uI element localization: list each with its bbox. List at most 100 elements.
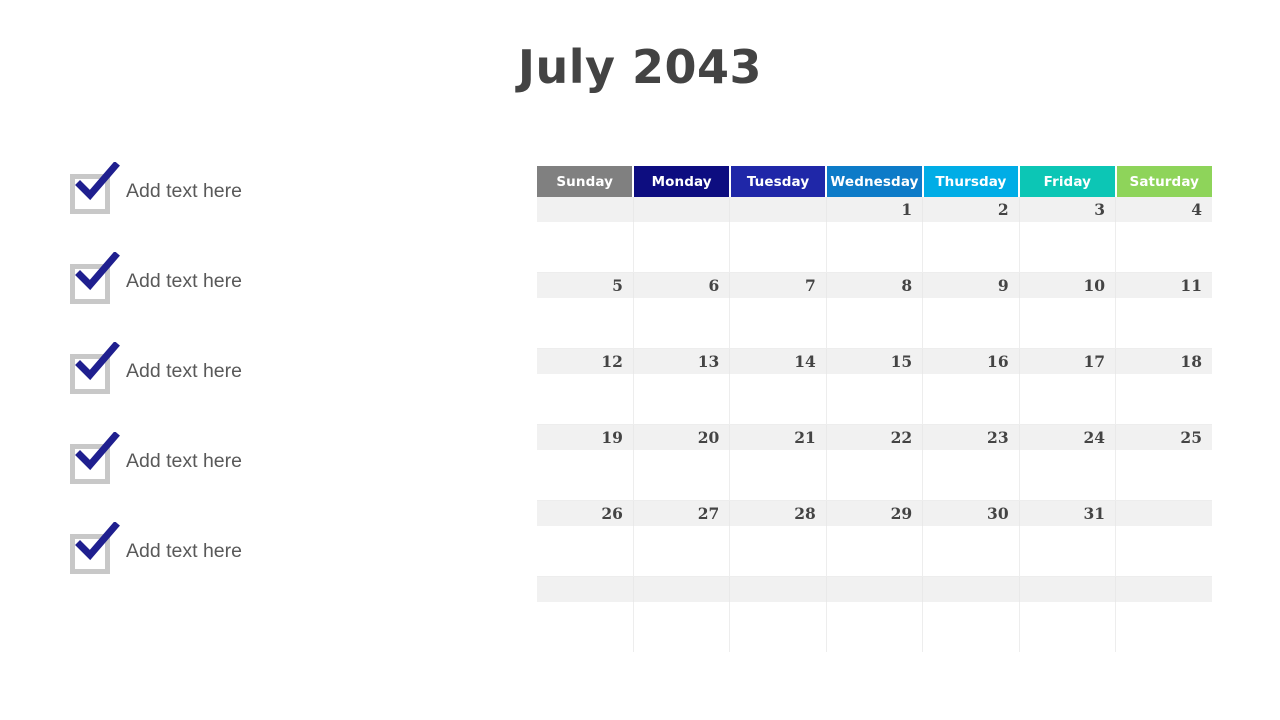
day-content-cell[interactable] <box>825 602 923 652</box>
day-cell-27[interactable]: 27 <box>632 500 730 526</box>
day-content-cell[interactable] <box>825 222 923 273</box>
day-content-cell[interactable] <box>825 526 923 577</box>
day-content-cell[interactable] <box>729 450 827 501</box>
day-content-cell[interactable] <box>922 298 1020 349</box>
checkbox[interactable] <box>70 174 110 214</box>
day-content-cell[interactable] <box>537 450 634 501</box>
day-cell-20[interactable]: 20 <box>632 424 730 450</box>
day-content-cell[interactable] <box>632 374 730 425</box>
week-date-row: 5 6 7 8 9 10 11 <box>537 272 1212 298</box>
day-cell-30[interactable]: 30 <box>922 500 1020 526</box>
list-item[interactable]: Add text here <box>70 162 490 258</box>
day-cell-29[interactable]: 29 <box>825 500 923 526</box>
day-content-cell[interactable] <box>632 526 730 577</box>
day-content-cell[interactable] <box>825 374 923 425</box>
day-content-cell[interactable] <box>632 602 730 652</box>
day-cell-25[interactable]: 25 <box>1115 424 1212 450</box>
day-content-cell[interactable] <box>632 450 730 501</box>
day-cell-19[interactable]: 19 <box>537 424 634 450</box>
day-cell-24[interactable]: 24 <box>1018 424 1116 450</box>
day-cell-4[interactable]: 4 <box>1115 197 1212 222</box>
day-cell-empty[interactable] <box>729 576 827 602</box>
day-content-cell[interactable] <box>922 450 1020 501</box>
day-content-cell[interactable] <box>1018 222 1116 273</box>
day-cell-empty[interactable] <box>729 197 827 222</box>
list-item-label: Add text here <box>126 360 242 382</box>
day-cell-21[interactable]: 21 <box>729 424 827 450</box>
day-content-cell[interactable] <box>1115 298 1212 349</box>
week-date-row: 26 27 28 29 30 31 <box>537 500 1212 526</box>
day-cell-7[interactable]: 7 <box>729 272 827 298</box>
list-item[interactable]: Add text here <box>70 342 490 438</box>
day-cell-28[interactable]: 28 <box>729 500 827 526</box>
list-item[interactable]: Add text here <box>70 432 490 528</box>
day-content-cell[interactable] <box>729 602 827 652</box>
day-content-cell[interactable] <box>632 222 730 273</box>
checkbox[interactable] <box>70 534 110 574</box>
day-cell-26[interactable]: 26 <box>537 500 634 526</box>
day-cell-empty[interactable] <box>825 576 923 602</box>
day-cell-empty[interactable] <box>632 576 730 602</box>
day-content-cell[interactable] <box>537 374 634 425</box>
day-content-cell[interactable] <box>825 298 923 349</box>
day-cell-empty[interactable] <box>1018 576 1116 602</box>
day-content-cell[interactable] <box>825 450 923 501</box>
day-cell-2[interactable]: 2 <box>922 197 1020 222</box>
day-content-cell[interactable] <box>537 602 634 652</box>
checkbox[interactable] <box>70 264 110 304</box>
day-content-cell[interactable] <box>1115 374 1212 425</box>
day-cell-1[interactable]: 1 <box>825 197 923 222</box>
day-content-cell[interactable] <box>1115 526 1212 577</box>
checkbox[interactable] <box>70 444 110 484</box>
day-cell-5[interactable]: 5 <box>537 272 634 298</box>
day-content-cell[interactable] <box>922 602 1020 652</box>
day-cell-empty[interactable] <box>1115 500 1212 526</box>
day-content-cell[interactable] <box>537 222 634 273</box>
list-item[interactable]: Add text here <box>70 252 490 348</box>
day-content-cell[interactable] <box>1018 298 1116 349</box>
day-cell-15[interactable]: 15 <box>825 348 923 374</box>
day-cell-10[interactable]: 10 <box>1018 272 1116 298</box>
day-cell-14[interactable]: 14 <box>729 348 827 374</box>
day-content-cell[interactable] <box>1115 222 1212 273</box>
day-cell-31[interactable]: 31 <box>1018 500 1116 526</box>
day-cell-6[interactable]: 6 <box>632 272 730 298</box>
day-content-cell[interactable] <box>729 222 827 273</box>
day-cell-13[interactable]: 13 <box>632 348 730 374</box>
day-content-cell[interactable] <box>729 374 827 425</box>
day-cell-empty[interactable] <box>537 197 634 222</box>
day-content-cell[interactable] <box>1115 602 1212 652</box>
day-content-cell[interactable] <box>729 298 827 349</box>
day-cell-3[interactable]: 3 <box>1018 197 1116 222</box>
day-cell-16[interactable]: 16 <box>922 348 1020 374</box>
day-content-cell[interactable] <box>1018 374 1116 425</box>
day-cell-18[interactable]: 18 <box>1115 348 1212 374</box>
day-content-cell[interactable] <box>1018 602 1116 652</box>
day-cell-empty[interactable] <box>1115 576 1212 602</box>
day-content-cell[interactable] <box>922 374 1020 425</box>
day-cell-11[interactable]: 11 <box>1115 272 1212 298</box>
day-content-cell[interactable] <box>1018 526 1116 577</box>
day-content-cell[interactable] <box>632 298 730 349</box>
day-content-cell[interactable] <box>922 222 1020 273</box>
day-cell-22[interactable]: 22 <box>825 424 923 450</box>
day-content-cell[interactable] <box>537 298 634 349</box>
day-content-cell[interactable] <box>1018 450 1116 501</box>
day-cell-empty[interactable] <box>537 576 634 602</box>
day-cell-empty[interactable] <box>922 576 1020 602</box>
day-content-cell[interactable] <box>537 526 634 577</box>
day-cell-12[interactable]: 12 <box>537 348 634 374</box>
list-item[interactable]: Add text here <box>70 522 490 618</box>
day-content-cell[interactable] <box>729 526 827 577</box>
week-content-row <box>537 450 1212 501</box>
day-cell-23[interactable]: 23 <box>922 424 1020 450</box>
day-cell-8[interactable]: 8 <box>825 272 923 298</box>
day-content-cell[interactable] <box>922 526 1020 577</box>
checkbox[interactable] <box>70 354 110 394</box>
day-content-cell[interactable] <box>1115 450 1212 501</box>
day-cell-empty[interactable] <box>632 197 730 222</box>
calendar-table: Sunday Monday Tuesday Wednesday Thursday Frid… <box>537 166 1212 652</box>
day-cell-9[interactable]: 9 <box>922 272 1020 298</box>
weekday-header-row: Sunday Monday Tuesday Wednesday Thursday Frid… <box>537 166 1212 197</box>
day-cell-17[interactable]: 17 <box>1018 348 1116 374</box>
